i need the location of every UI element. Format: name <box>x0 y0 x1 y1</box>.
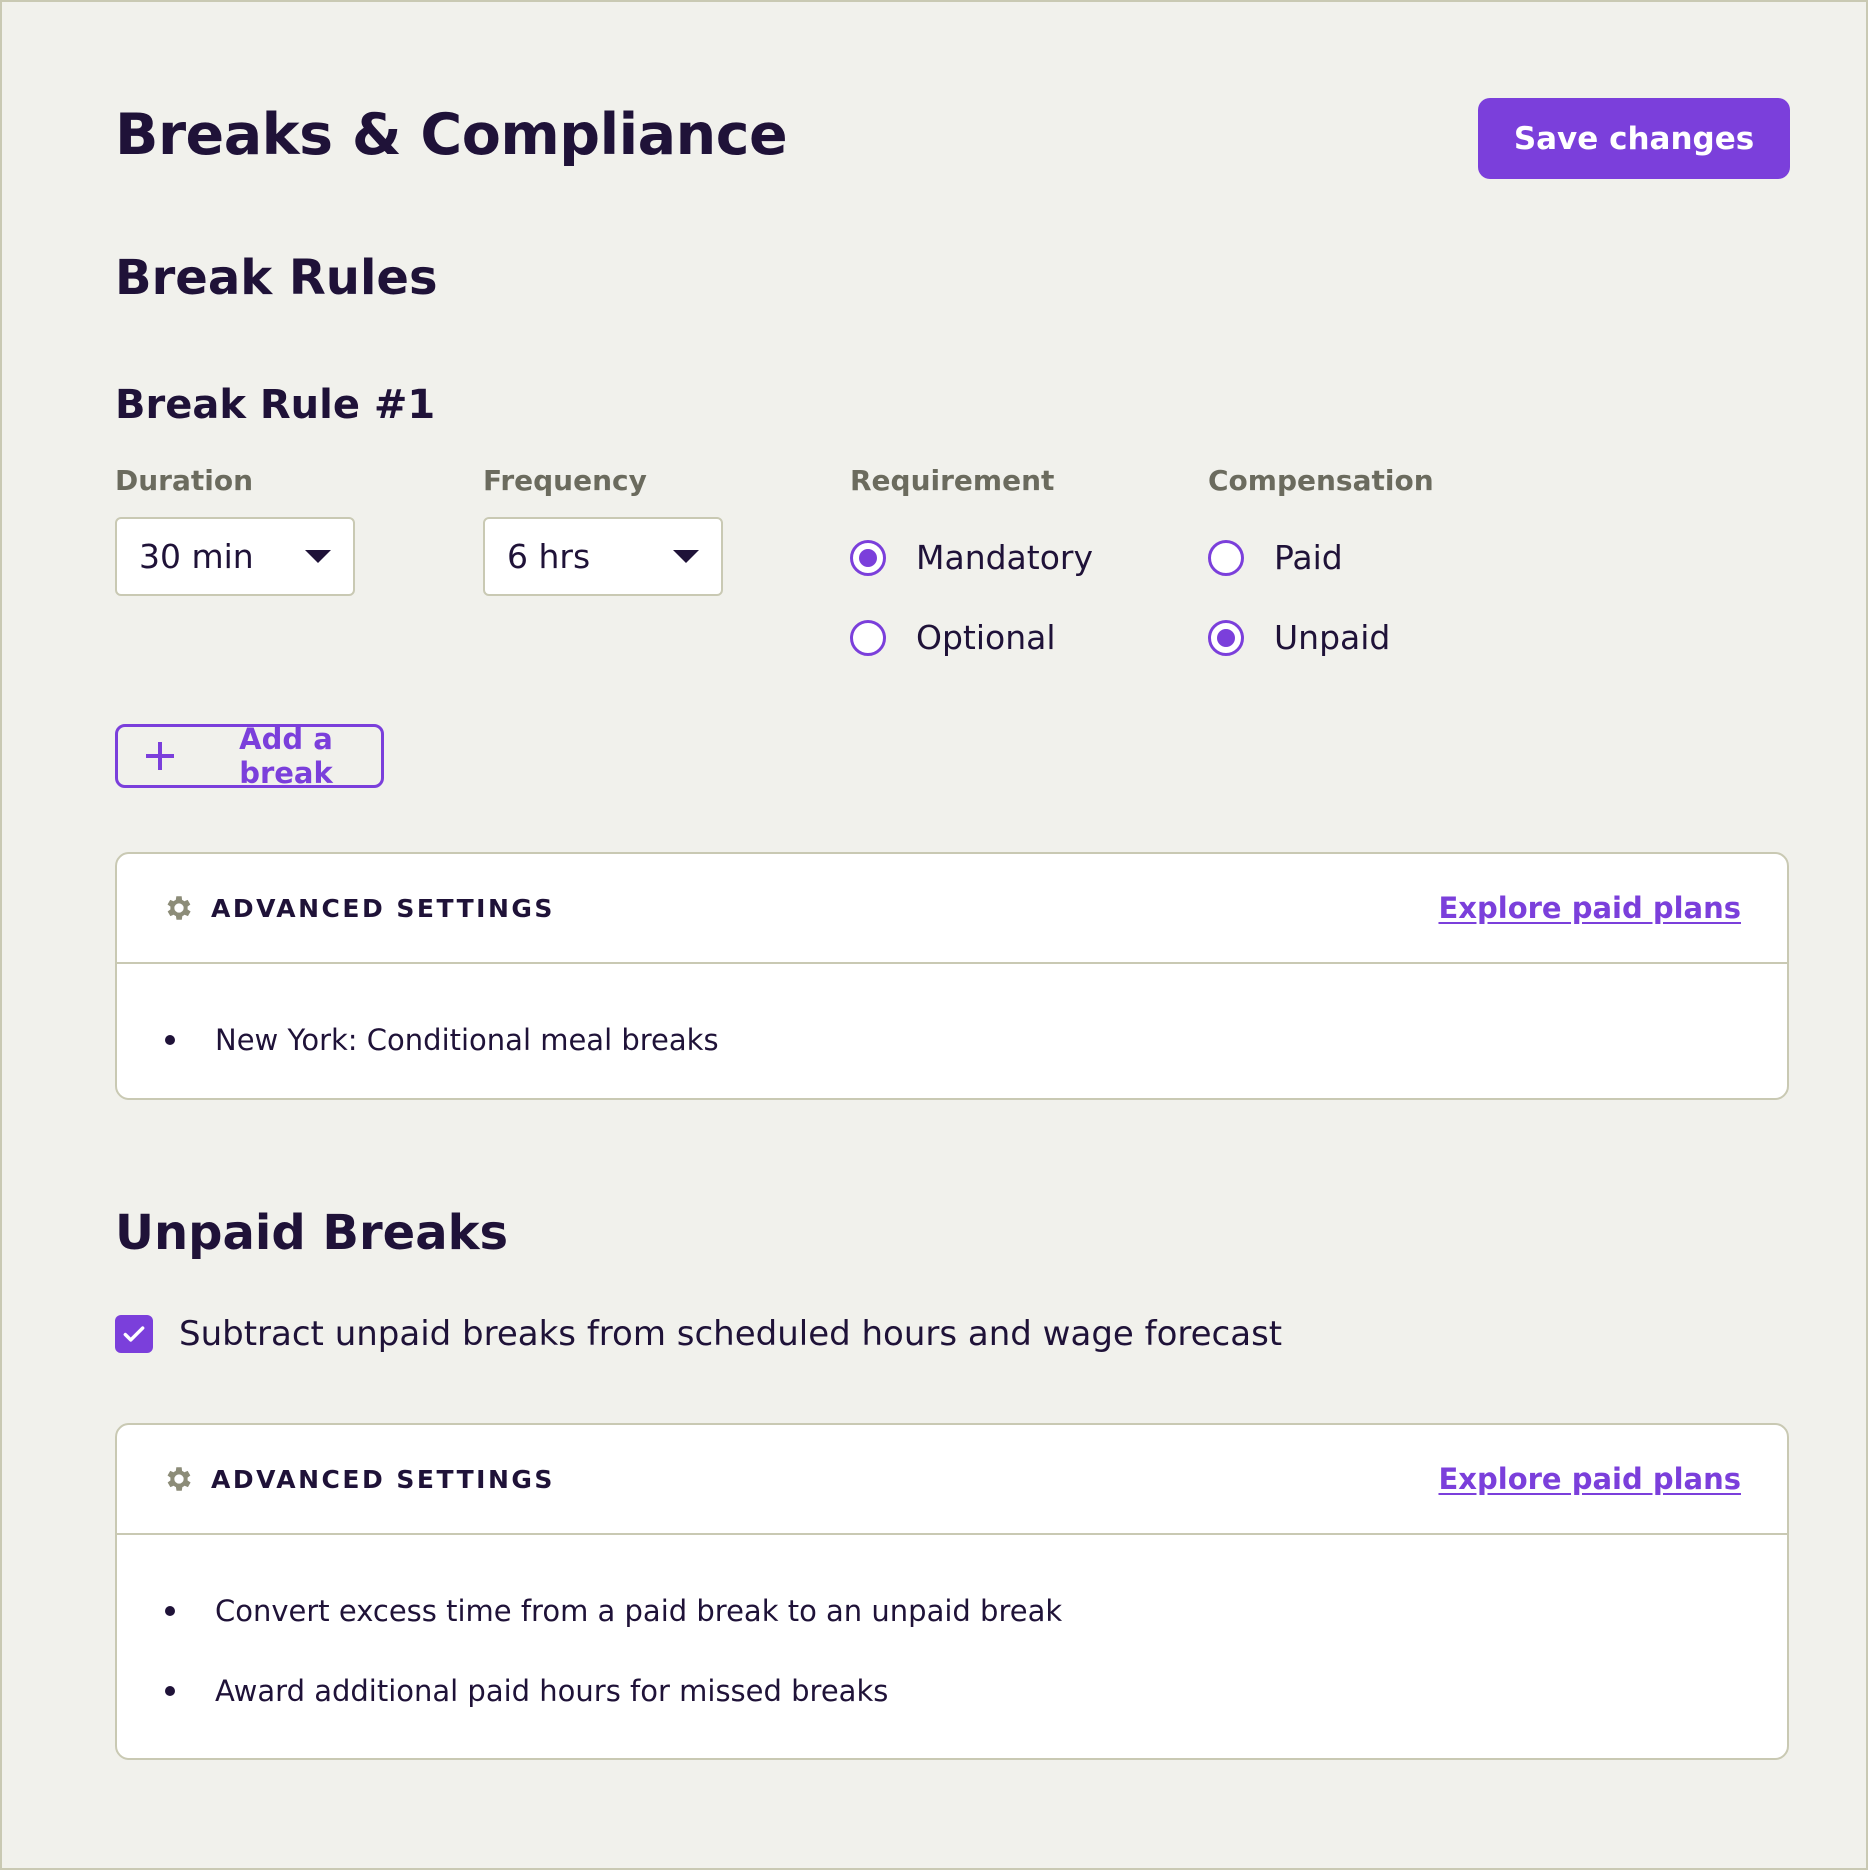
caret-down-icon <box>305 550 331 563</box>
radio-label: Optional <box>916 618 1056 657</box>
bullet <box>165 1035 175 1045</box>
radio-label: Paid <box>1274 538 1343 577</box>
save-changes-button[interactable]: Save changes <box>1478 98 1790 179</box>
list-item-text: Award additional paid hours for missed b… <box>215 1674 889 1708</box>
compensation-option-paid[interactable]: Paid <box>1208 538 1343 577</box>
advanced-settings-title: ADVANCED SETTINGS <box>211 1464 555 1494</box>
requirement-option-optional[interactable]: Optional <box>850 618 1056 657</box>
check-icon <box>123 1326 145 1342</box>
duration-select[interactable]: 30 min <box>115 517 355 596</box>
requirement-option-mandatory[interactable]: Mandatory <box>850 538 1093 577</box>
add-break-button[interactable]: Add a break <box>115 722 384 790</box>
break-rules-title: Break Rules <box>115 250 438 306</box>
settings-page: Breaks & Compliance Save changes Break R… <box>0 0 1868 1870</box>
advanced-settings-list: Convert excess time from a paid break to… <box>117 1535 1787 1731</box>
frequency-label: Frequency <box>483 464 647 497</box>
explore-paid-plans-link[interactable]: Explore paid plans <box>1438 891 1741 925</box>
list-item: New York: Conditional meal breaks <box>117 1000 1787 1080</box>
advanced-settings-card: ADVANCED SETTINGS Explore paid plans New… <box>115 852 1789 1100</box>
gear-icon <box>167 1467 191 1491</box>
unpaid-breaks-title: Unpaid Breaks <box>115 1205 509 1261</box>
advanced-settings-title: ADVANCED SETTINGS <box>211 893 555 923</box>
subtract-unpaid-breaks-label: Subtract unpaid breaks from scheduled ho… <box>179 1314 1283 1354</box>
radio-unselected[interactable] <box>1208 539 1244 576</box>
plus-icon <box>146 742 174 770</box>
radio-selected[interactable] <box>1208 619 1244 656</box>
duration-label: Duration <box>115 464 254 497</box>
bullet <box>165 1606 175 1616</box>
compensation-option-unpaid[interactable]: Unpaid <box>1208 618 1390 657</box>
advanced-settings-card: ADVANCED SETTINGS Explore paid plans Con… <box>115 1423 1789 1760</box>
bullet <box>165 1686 175 1696</box>
subtract-unpaid-breaks-checkbox[interactable] <box>115 1315 153 1353</box>
advanced-settings-header: ADVANCED SETTINGS Explore paid plans <box>117 1425 1787 1535</box>
page-title: Breaks & Compliance <box>115 102 788 168</box>
radio-selected[interactable] <box>850 539 886 576</box>
compensation-label: Compensation <box>1208 464 1434 497</box>
frequency-select[interactable]: 6 hrs <box>483 517 723 596</box>
gear-icon <box>167 896 191 920</box>
advanced-settings-list: New York: Conditional meal breaks <box>117 964 1787 1080</box>
advanced-settings-header: ADVANCED SETTINGS Explore paid plans <box>117 854 1787 964</box>
radio-label: Unpaid <box>1274 618 1391 657</box>
list-item-text: Convert excess time from a paid break to… <box>215 1594 1063 1628</box>
caret-down-icon <box>673 550 699 563</box>
list-item: Award additional paid hours for missed b… <box>117 1651 1787 1731</box>
list-item: Convert excess time from a paid break to… <box>117 1571 1787 1651</box>
requirement-label: Requirement <box>850 464 1055 497</box>
radio-label: Mandatory <box>916 538 1094 577</box>
break-rule-title: Break Rule #1 <box>115 382 436 428</box>
subtract-unpaid-breaks-row[interactable]: Subtract unpaid breaks from scheduled ho… <box>115 1314 1282 1354</box>
add-break-label: Add a break <box>239 722 333 790</box>
radio-unselected[interactable] <box>850 619 886 656</box>
duration-value: 30 min <box>139 537 254 576</box>
explore-paid-plans-link[interactable]: Explore paid plans <box>1438 1462 1741 1496</box>
list-item-text: New York: Conditional meal breaks <box>215 1023 719 1057</box>
frequency-value: 6 hrs <box>507 537 591 576</box>
